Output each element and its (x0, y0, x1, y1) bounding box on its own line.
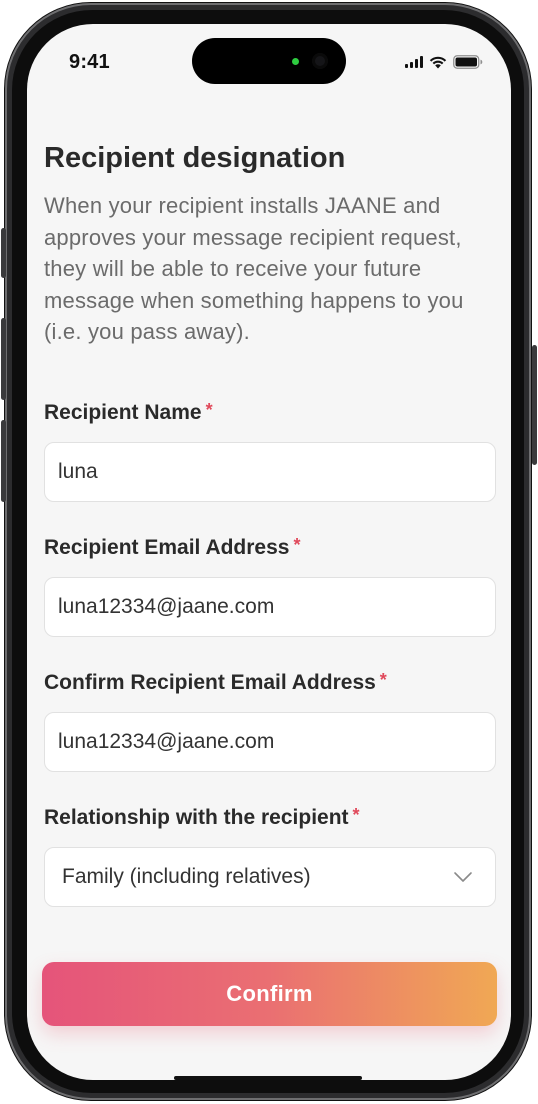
front-camera-icon (312, 53, 328, 69)
volume-down-button (1, 420, 6, 502)
camera-indicator-icon (292, 58, 299, 65)
relationship-label-text: Relationship with the recipient (44, 806, 349, 829)
chevron-down-icon (453, 871, 473, 883)
page-title: Recipient designation (44, 142, 346, 174)
cellular-signal-icon (405, 56, 423, 68)
required-marker: * (379, 670, 387, 690)
relationship-selected-value: Family (including relatives) (62, 865, 311, 888)
recipient-email-label-text: Recipient Email Address (44, 536, 290, 559)
confirm-button[interactable]: Confirm (42, 962, 497, 1026)
home-indicator (174, 1076, 362, 1080)
status-bar: 9:41 (27, 24, 511, 104)
recipient-name-field[interactable] (44, 442, 496, 502)
recipient-name-label: Recipient Name * (44, 400, 213, 425)
recipient-name-label-text: Recipient Name (44, 401, 202, 424)
status-time: 9:41 (69, 51, 110, 73)
confirm-email-input[interactable] (45, 713, 495, 771)
screen: 9:41 Recipient designation When your rec… (27, 24, 511, 1080)
recipient-email-label: Recipient Email Address * (44, 535, 300, 560)
required-marker: * (352, 805, 360, 825)
relationship-label: Relationship with the recipient * (44, 805, 360, 830)
recipient-name-input[interactable] (45, 443, 495, 501)
status-icons (405, 55, 483, 69)
required-marker: * (293, 535, 301, 555)
volume-up-button (1, 318, 6, 400)
confirm-email-label: Confirm Recipient Email Address * (44, 670, 387, 695)
battery-icon (453, 55, 483, 69)
required-marker: * (205, 400, 213, 420)
wifi-icon (429, 56, 447, 69)
action-button (1, 228, 6, 278)
recipient-email-input[interactable] (45, 578, 495, 636)
power-button (532, 345, 537, 465)
confirm-email-field[interactable] (44, 712, 496, 772)
page-description: When your recipient installs JAANE and a… (44, 193, 464, 344)
dynamic-island (192, 38, 346, 84)
confirm-email-label-text: Confirm Recipient Email Address (44, 671, 376, 694)
relationship-select[interactable]: Family (including relatives) (44, 847, 496, 907)
recipient-email-field[interactable] (44, 577, 496, 637)
